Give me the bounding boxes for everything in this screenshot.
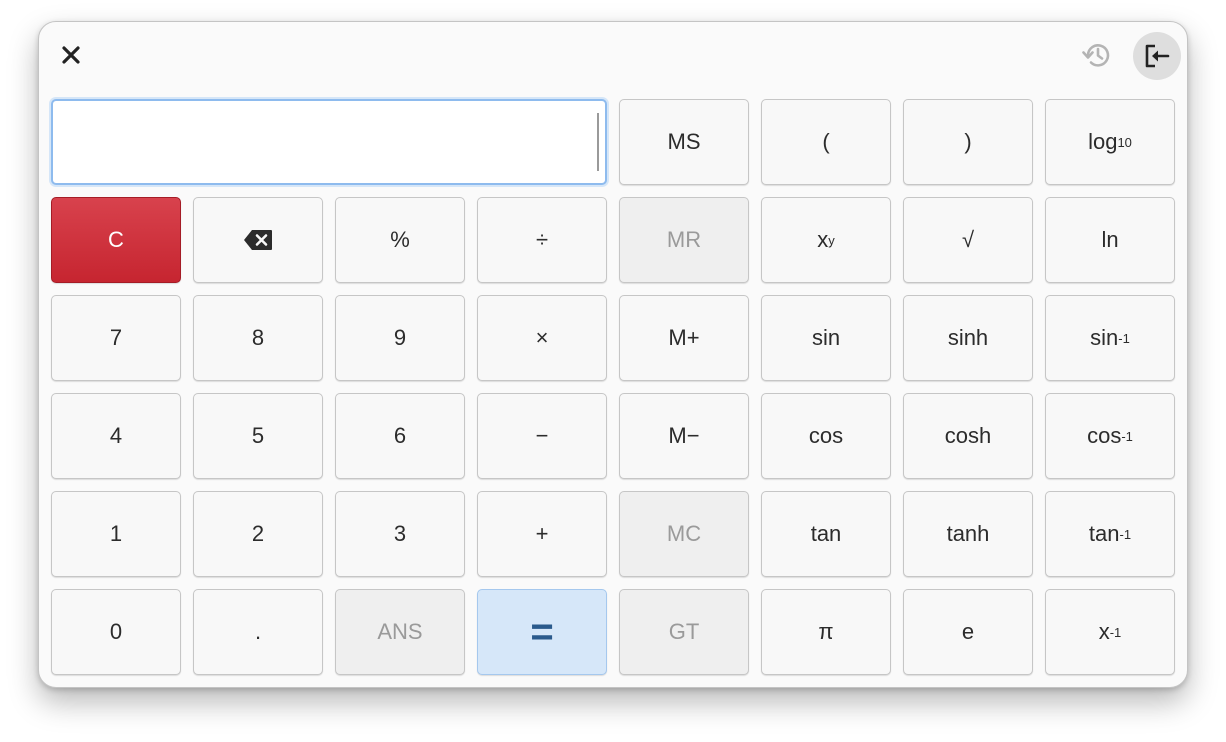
history-icon — [1082, 44, 1110, 67]
add-button[interactable]: + — [477, 491, 607, 577]
digit-6-button[interactable]: 6 — [335, 393, 465, 479]
square-root-button[interactable]: √ — [903, 197, 1033, 283]
decimal-point-button[interactable]: . — [193, 589, 323, 675]
digit-5-button[interactable]: 5 — [193, 393, 323, 479]
digit-7-button[interactable]: 7 — [51, 295, 181, 381]
arccos-exponent: -1 — [1121, 428, 1133, 444]
clear-button[interactable]: C — [51, 197, 181, 283]
power-button[interactable]: xy — [761, 197, 891, 283]
tanh-button[interactable]: tanh — [903, 491, 1033, 577]
subtract-button[interactable]: − — [477, 393, 607, 479]
open-paren-button[interactable]: ( — [761, 99, 891, 185]
close-icon — [62, 46, 80, 64]
arccos-button[interactable]: cos -1 — [1045, 393, 1175, 479]
memory-add-button[interactable]: M+ — [619, 295, 749, 381]
reciprocal-base: x — [1098, 619, 1110, 644]
pi-button[interactable]: π — [761, 589, 891, 675]
log-subscript: 10 — [1117, 134, 1132, 150]
arccos-base: cos — [1087, 423, 1122, 448]
sin-button[interactable]: sin — [761, 295, 891, 381]
digit-9-button[interactable]: 9 — [335, 295, 465, 381]
grand-total-button[interactable]: GT — [619, 589, 749, 675]
sinh-button[interactable]: sinh — [903, 295, 1033, 381]
display-panel — [51, 99, 607, 185]
arctan-exponent: -1 — [1119, 526, 1132, 542]
log-label: log — [1088, 129, 1118, 154]
arcsin-exponent: -1 — [1118, 330, 1130, 346]
text-caret — [597, 113, 599, 171]
cos-button[interactable]: cos — [761, 393, 891, 479]
tan-button[interactable]: tan — [761, 491, 891, 577]
memory-clear-button[interactable]: MC — [619, 491, 749, 577]
power-base: x — [817, 227, 829, 252]
power-exponent: y — [828, 232, 835, 248]
history-button[interactable] — [1075, 33, 1119, 77]
digit-3-button[interactable]: 3 — [335, 491, 465, 577]
reciprocal-exponent: -1 — [1109, 624, 1122, 640]
divide-button[interactable]: ÷ — [477, 197, 607, 283]
natural-log-button[interactable]: ln — [1045, 197, 1175, 283]
multiply-button[interactable]: × — [477, 295, 607, 381]
backspace-button[interactable] — [193, 197, 323, 283]
calculator-window: MS ( ) log 10 C % ÷ MR xy √ ln 7 8 9 × M+… — [38, 21, 1188, 688]
euler-button[interactable]: e — [903, 589, 1033, 675]
backspace-icon — [244, 230, 272, 250]
digit-0-button[interactable]: 0 — [51, 589, 181, 675]
expression-input[interactable] — [63, 109, 587, 177]
reciprocal-button[interactable]: x -1 — [1045, 589, 1175, 675]
arcsin-button[interactable]: sin -1 — [1045, 295, 1175, 381]
memory-recall-button[interactable]: MR — [619, 197, 749, 283]
cosh-button[interactable]: cosh — [903, 393, 1033, 479]
equals-button[interactable]: = — [477, 589, 607, 675]
memory-store-button[interactable]: MS — [619, 99, 749, 185]
mode-switch-button[interactable] — [1133, 32, 1181, 80]
log10-button[interactable]: log 10 — [1045, 99, 1175, 185]
digit-8-button[interactable]: 8 — [193, 295, 323, 381]
answer-button[interactable]: ANS — [335, 589, 465, 675]
arctan-base: tan — [1088, 521, 1120, 546]
digit-2-button[interactable]: 2 — [193, 491, 323, 577]
arcsin-base: sin — [1090, 325, 1119, 350]
close-paren-button[interactable]: ) — [903, 99, 1033, 185]
arctan-button[interactable]: tan -1 — [1045, 491, 1175, 577]
percent-button[interactable]: % — [335, 197, 465, 283]
exit-to-left-icon — [1145, 44, 1170, 68]
close-button[interactable] — [53, 37, 89, 73]
memory-subtract-button[interactable]: M− — [619, 393, 749, 479]
digit-4-button[interactable]: 4 — [51, 393, 181, 479]
digit-1-button[interactable]: 1 — [51, 491, 181, 577]
